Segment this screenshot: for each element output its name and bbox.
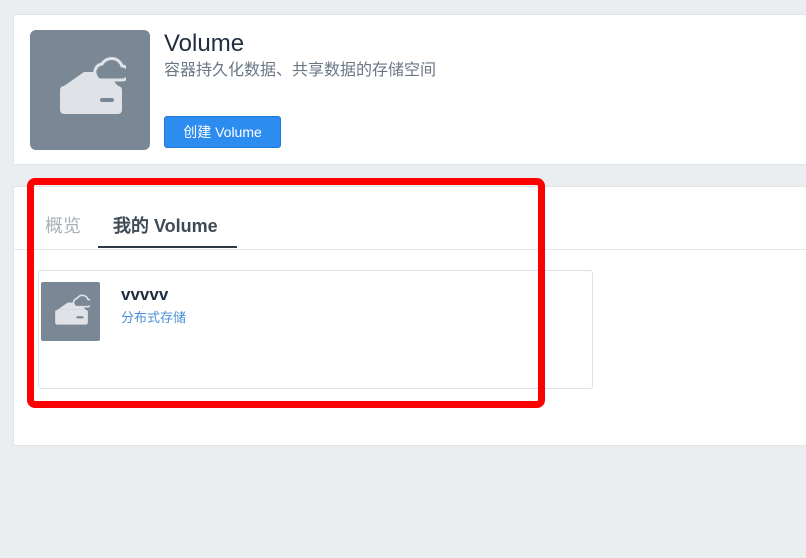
create-volume-button[interactable]: 创建 Volume <box>164 116 281 148</box>
tab-overview[interactable]: 概览 <box>45 213 81 239</box>
page-subtitle: 容器持久化数据、共享数据的存储空间 <box>164 62 437 79</box>
volume-list-item[interactable]: vvvvv 分布式存储 <box>38 270 593 389</box>
header-card: Volume 容器持久化数据、共享数据的存储空间 创建 Volume <box>13 14 806 165</box>
volume-item-tile <box>41 282 100 341</box>
volume-cloud-drive-icon <box>54 294 90 325</box>
main-card: 概览 我的 Volume vvvvv 分布式存储 <box>13 186 806 446</box>
volume-tile <box>30 30 150 150</box>
volume-name[interactable]: vvvvv <box>121 284 168 306</box>
tab-bar: 概览 我的 Volume <box>14 187 806 250</box>
active-tab-underline <box>98 246 237 248</box>
page-title: Volume <box>164 30 245 57</box>
tab-my-volume[interactable]: 我的 Volume <box>113 213 218 239</box>
volume-type: 分布式存储 <box>121 310 187 325</box>
volume-cloud-drive-icon <box>60 57 126 114</box>
